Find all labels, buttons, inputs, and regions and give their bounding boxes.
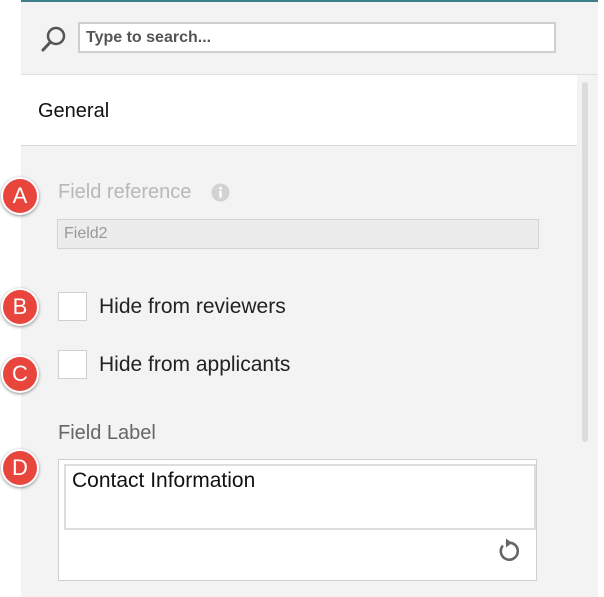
callout-marker-a: A xyxy=(1,177,39,215)
search-bar xyxy=(21,2,598,75)
section-title: General xyxy=(38,100,110,122)
search-icon[interactable] xyxy=(39,24,69,54)
section-header-general[interactable]: General xyxy=(21,75,577,146)
field-label-input[interactable]: Contact Information xyxy=(64,464,536,530)
hide-from-applicants-checkbox[interactable] xyxy=(58,350,87,379)
callout-marker-d: D xyxy=(1,449,39,487)
search-input[interactable] xyxy=(78,22,556,53)
reset-icon[interactable] xyxy=(493,537,521,565)
hide-from-reviewers-checkbox[interactable] xyxy=(58,292,87,321)
properties-panel: General Field reference Field2 Hide from… xyxy=(21,0,598,597)
info-icon[interactable] xyxy=(211,183,230,202)
field-reference-label: Field reference xyxy=(58,181,192,203)
callout-marker-b: B xyxy=(1,288,39,326)
callout-marker-c: C xyxy=(1,355,39,393)
field-label-container: Contact Information xyxy=(58,459,537,581)
field-reference-input: Field2 xyxy=(57,219,539,249)
field-label-title: Field Label xyxy=(58,422,156,444)
hide-from-reviewers-label[interactable]: Hide from reviewers xyxy=(99,295,286,319)
scrollbar-thumb[interactable] xyxy=(582,82,588,442)
properties-window: General Field reference Field2 Hide from… xyxy=(0,0,604,597)
hide-from-applicants-label[interactable]: Hide from applicants xyxy=(99,353,290,377)
